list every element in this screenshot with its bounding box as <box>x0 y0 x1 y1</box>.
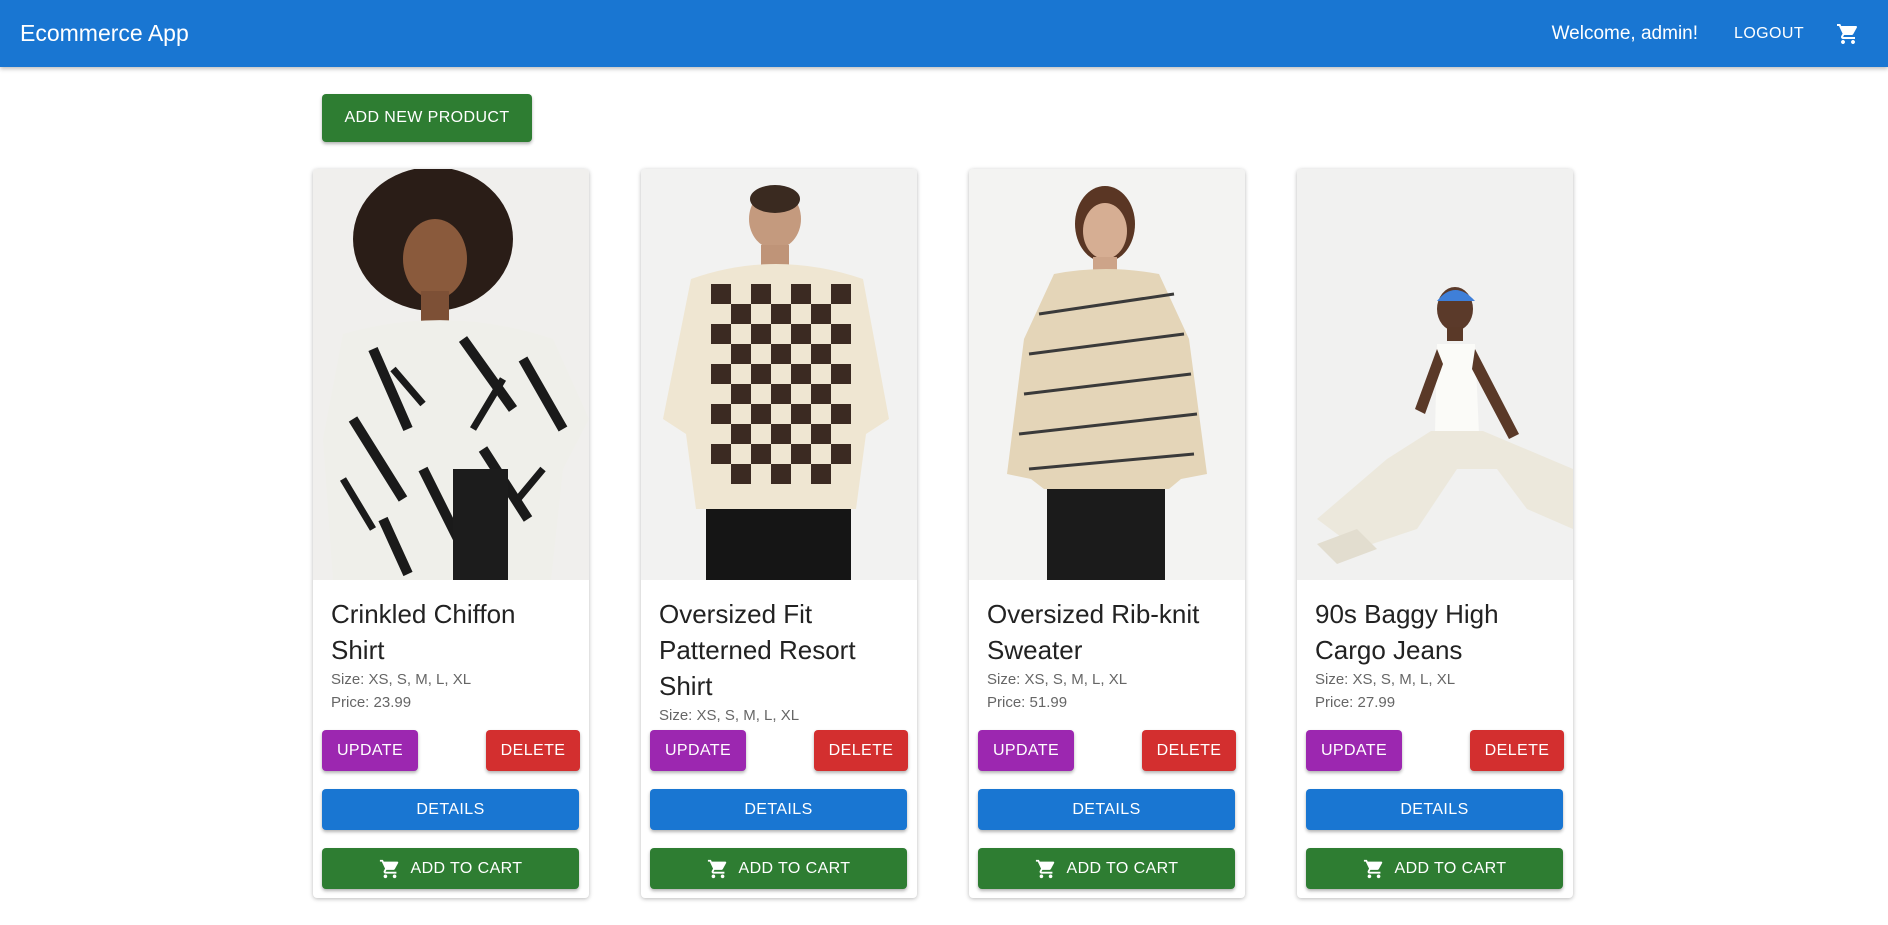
shopping-cart-icon <box>379 859 398 878</box>
product-card: Oversized Fit Patterned Resort Shirt Siz… <box>641 169 917 898</box>
product-size: Size: XS, S, M, L, XL <box>987 671 1128 688</box>
update-button[interactable]: UPDATE <box>322 730 418 771</box>
update-button[interactable]: UPDATE <box>650 730 746 771</box>
product-name: Crinkled Chiffon Shirt <box>331 599 516 665</box>
details-button[interactable]: DETAILS <box>322 789 579 830</box>
add-to-cart-label: ADD TO CART <box>1066 859 1179 877</box>
product-size: Size: XS, S, M, L, XL <box>659 707 800 724</box>
product-card: 90s Baggy High Cargo Jeans Size: XS, S, … <box>1297 169 1573 898</box>
product-name: 90s Baggy High Cargo Jeans <box>1315 599 1499 665</box>
delete-button[interactable]: DELETE <box>814 730 908 771</box>
product-size: Size: XS, S, M, L, XL <box>1315 671 1456 688</box>
add-to-cart-label: ADD TO CART <box>1394 859 1507 877</box>
add-to-cart-button[interactable]: ADD TO CART <box>1306 848 1563 889</box>
product-image <box>969 169 1245 580</box>
product-size: Size: XS, S, M, L, XL <box>331 671 472 688</box>
shopping-cart-icon <box>1837 23 1858 44</box>
product-name: Oversized Rib-knit Sweater <box>987 599 1200 665</box>
product-image <box>1297 169 1573 580</box>
delete-button[interactable]: DELETE <box>1470 730 1564 771</box>
product-image <box>641 169 917 580</box>
product-name: Oversized Fit Patterned Resort Shirt <box>659 599 856 701</box>
add-to-cart-label: ADD TO CART <box>738 859 851 877</box>
product-card: Crinkled Chiffon Shirt Size: XS, S, M, L… <box>313 169 589 898</box>
delete-button[interactable]: DELETE <box>1142 730 1236 771</box>
product-price: Price: 27.99 <box>1315 694 1396 711</box>
cart-button[interactable] <box>1828 14 1868 54</box>
app-bar: Ecommerce App Welcome, admin! LOGOUT <box>0 0 1888 67</box>
details-button[interactable]: DETAILS <box>1306 789 1563 830</box>
product-card: Oversized Rib-knit Sweater Size: XS, S, … <box>969 169 1245 898</box>
add-to-cart-button[interactable]: ADD TO CART <box>322 848 579 889</box>
update-button[interactable]: UPDATE <box>1306 730 1402 771</box>
welcome-text: Welcome, admin! <box>1551 22 1699 44</box>
app-title: Ecommerce App <box>20 20 189 46</box>
details-button[interactable]: DETAILS <box>978 789 1235 830</box>
product-price: Price: 51.99 <box>987 694 1068 711</box>
add-to-cart-button[interactable]: ADD TO CART <box>650 848 907 889</box>
delete-button[interactable]: DELETE <box>486 730 580 771</box>
add-to-cart-button[interactable]: ADD TO CART <box>978 848 1235 889</box>
shopping-cart-icon <box>1035 859 1054 878</box>
update-button[interactable]: UPDATE <box>978 730 1074 771</box>
logout-button[interactable]: LOGOUT <box>1724 17 1814 51</box>
add-new-product-button[interactable]: ADD NEW PRODUCT <box>322 94 532 142</box>
shopping-cart-icon <box>707 859 726 878</box>
details-button[interactable]: DETAILS <box>650 789 907 830</box>
product-price: Price: 23.99 <box>331 694 412 711</box>
product-image <box>313 169 589 580</box>
add-to-cart-label: ADD TO CART <box>410 859 523 877</box>
shopping-cart-icon <box>1363 859 1382 878</box>
